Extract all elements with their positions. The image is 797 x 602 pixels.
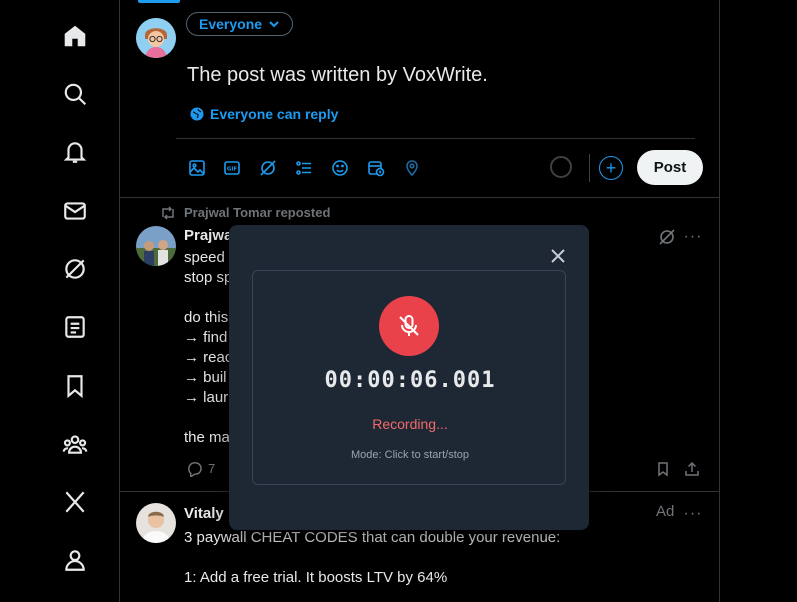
location-icon <box>402 158 422 178</box>
character-progress-ring <box>550 156 572 178</box>
more-options-icon[interactable]: ··· <box>683 504 703 524</box>
post-button[interactable]: Post <box>637 150 703 185</box>
schedule-icon[interactable] <box>366 158 386 178</box>
record-toggle-button[interactable] <box>379 296 439 356</box>
reply-setting-label: Everyone can reply <box>210 106 339 122</box>
tweet-text-line: speed <box>184 249 225 266</box>
x-premium-icon[interactable] <box>60 487 90 517</box>
share-icon[interactable] <box>683 460 701 478</box>
tweet-text-line: 3 paywall CHEAT CODES that can double yo… <box>184 529 561 546</box>
chevron-down-icon <box>268 18 280 30</box>
close-icon[interactable] <box>547 245 569 267</box>
repost-label: Prajwal Tomar reposted <box>184 205 331 220</box>
tweet-text-line: stop sp <box>184 269 233 286</box>
repost-indicator: Prajwal Tomar reposted <box>160 205 330 220</box>
reply-setting-button[interactable]: Everyone can reply <box>190 106 338 122</box>
microphone-off-icon <box>396 313 422 339</box>
avatar[interactable] <box>136 226 176 266</box>
tweet-text-line: the ma <box>184 429 230 446</box>
home-icon[interactable] <box>60 21 90 51</box>
communities-icon[interactable] <box>60 429 90 459</box>
tweet-text-line: → find <box>184 329 228 346</box>
left-nav <box>0 0 120 602</box>
tweet-text-line: do this <box>184 309 229 326</box>
profile-icon[interactable] <box>60 545 90 575</box>
tweet-text-line: 1: Add a free trial. It boosts LTV by 64… <box>184 569 448 586</box>
messages-icon[interactable] <box>60 196 90 226</box>
search-icon[interactable] <box>60 79 90 109</box>
author-name[interactable]: Prajwa <box>184 227 232 244</box>
tweet-text-line: → laur <box>184 389 229 406</box>
more-options-icon[interactable]: ··· <box>683 227 703 247</box>
globe-icon <box>190 107 204 121</box>
voice-recorder-modal: 00:00:06.001 Recording... Mode: Click to… <box>229 225 589 530</box>
recording-mode: Mode: Click to start/stop <box>351 449 469 461</box>
add-post-button[interactable]: + <box>599 156 623 180</box>
avatar[interactable] <box>136 503 176 543</box>
recording-status: Recording... <box>372 416 448 432</box>
post-composer: Everyone The post was written by VoxWrit… <box>120 0 719 198</box>
tweet-text-line: → buil <box>184 369 227 386</box>
avatar[interactable] <box>136 18 176 58</box>
reply-count: 7 <box>208 461 216 476</box>
ad-label: Ad <box>656 503 675 520</box>
repost-icon <box>160 205 176 220</box>
emoji-icon[interactable] <box>330 158 350 178</box>
svg-text:GIF: GIF <box>227 167 238 173</box>
notifications-icon[interactable] <box>60 137 90 167</box>
grok-icon[interactable] <box>60 254 90 284</box>
gif-icon[interactable]: GIF <box>222 158 242 178</box>
tweet-text-line: → reac <box>184 349 233 366</box>
grok-icon[interactable] <box>258 158 278 178</box>
bookmarks-icon[interactable] <box>60 371 90 401</box>
audience-label: Everyone <box>199 16 263 32</box>
image-icon[interactable] <box>187 158 207 178</box>
compose-textarea[interactable]: The post was written by VoxWrite. <box>187 64 488 87</box>
lists-icon[interactable] <box>60 312 90 342</box>
bookmark-icon[interactable] <box>654 460 672 478</box>
plus-icon: + <box>605 158 617 178</box>
grok-icon[interactable] <box>656 226 678 248</box>
author-name[interactable]: Vitaly <box>184 505 224 522</box>
reply-icon[interactable] <box>185 459 203 477</box>
audience-selector[interactable]: Everyone <box>186 12 294 36</box>
recorder-panel: 00:00:06.001 Recording... Mode: Click to… <box>252 270 566 485</box>
recording-timer: 00:00:06.001 <box>324 368 496 393</box>
divider <box>176 138 695 139</box>
poll-icon[interactable] <box>294 158 314 178</box>
divider <box>589 154 590 182</box>
